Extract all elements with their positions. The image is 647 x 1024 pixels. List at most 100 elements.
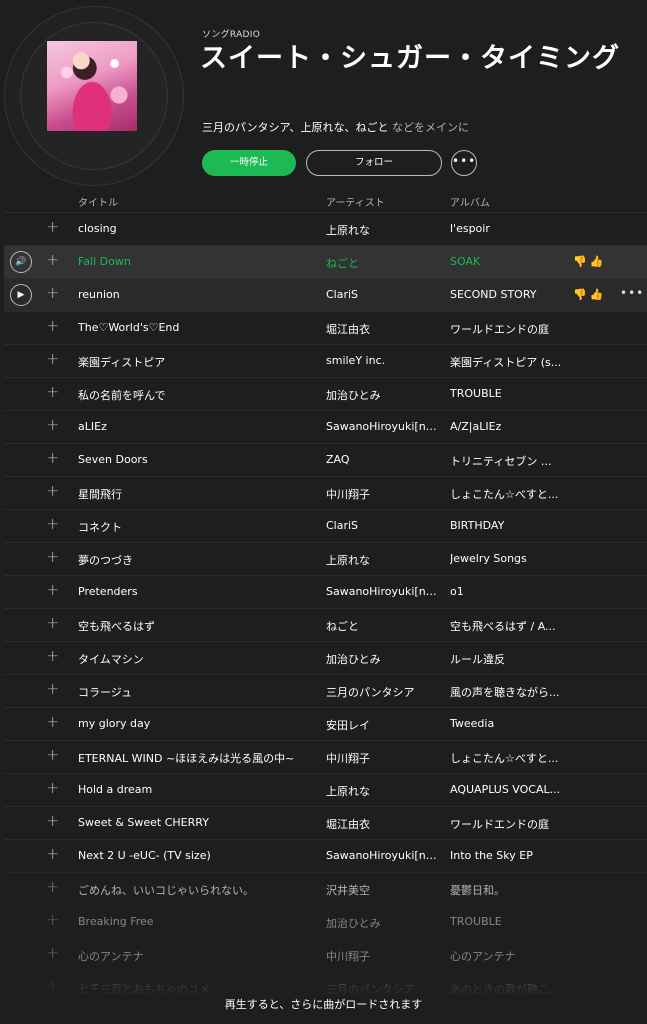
track-album[interactable]: SOAK	[450, 255, 566, 268]
column-album[interactable]: アルバム	[450, 194, 490, 209]
track-album[interactable]: Tweedia	[450, 717, 566, 730]
track-artist[interactable]: ZAQ	[326, 453, 442, 466]
add-track-icon[interactable]: +	[46, 910, 59, 929]
add-track-icon[interactable]: +	[46, 679, 59, 698]
track-title[interactable]: reunion	[78, 288, 313, 301]
track-artist[interactable]: SawanoHiroyuki[nZk...	[326, 849, 442, 862]
track-title[interactable]: Seven Doors	[78, 453, 313, 466]
track-row[interactable]: 🔊 + Fall Down ねごと SOAK 👎👍	[4, 245, 647, 278]
track-title[interactable]: 楽園ディストピア	[78, 354, 313, 370]
add-track-icon[interactable]: +	[46, 778, 59, 797]
track-title[interactable]: Next 2 U -eUC- (TV size)	[78, 849, 313, 862]
row-more-icon[interactable]: •••	[620, 286, 644, 300]
track-artist[interactable]: ClariS	[326, 288, 442, 301]
pause-button[interactable]: 一時停止	[202, 150, 296, 176]
add-track-icon[interactable]: +	[46, 481, 59, 500]
track-title[interactable]: closing	[78, 222, 313, 235]
track-row[interactable]: + Hold a dream 上原れな AQUAPLUS VOCAL...	[4, 773, 647, 806]
add-track-icon[interactable]: +	[46, 448, 59, 467]
track-title[interactable]: コネクト	[78, 519, 313, 535]
add-track-icon[interactable]: +	[46, 613, 59, 632]
track-album[interactable]: AQUAPLUS VOCAL...	[450, 783, 566, 796]
track-row[interactable]: + 星間飛行 中川翔子 しょこたん☆べすと...	[4, 476, 647, 509]
track-artist[interactable]: ねごと	[326, 618, 442, 634]
track-artist[interactable]: smileY inc.	[326, 354, 442, 367]
track-artist[interactable]: 中川翔子	[326, 750, 442, 766]
add-track-icon[interactable]: +	[46, 646, 59, 665]
track-title[interactable]: Pretenders	[78, 585, 313, 598]
track-row[interactable]: + 私の名前を呼んで 加治ひとみ TROUBLE	[4, 377, 647, 410]
track-album[interactable]: Into the Sky EP	[450, 849, 566, 862]
track-row[interactable]: + コネクト ClariS BIRTHDAY	[4, 509, 647, 542]
track-row[interactable]: + ETERNAL WIND ~ほほえみは光る風の中~ 中川翔子 しょこたん☆べすと.…	[4, 740, 647, 773]
track-title[interactable]: Sweet & Sweet CHERRY	[78, 816, 313, 829]
track-row[interactable]: + my glory day 安田レイ Tweedia	[4, 707, 647, 740]
track-album[interactable]: TROUBLE	[450, 915, 566, 928]
track-title[interactable]: my glory day	[78, 717, 313, 730]
track-album[interactable]: TROUBLE	[450, 387, 566, 400]
track-title[interactable]: 夢のつづき	[78, 552, 313, 568]
track-title[interactable]: タイムマシン	[78, 651, 313, 667]
add-track-icon[interactable]: +	[46, 217, 59, 236]
track-title[interactable]: Breaking Free	[78, 915, 313, 928]
track-album[interactable]: 空も飛べるはず / A...	[450, 618, 566, 634]
track-artist[interactable]: 沢井美空	[326, 882, 442, 898]
add-track-icon[interactable]: +	[46, 316, 59, 335]
track-title[interactable]: aLIEz	[78, 420, 313, 433]
add-track-icon[interactable]: +	[46, 250, 59, 269]
track-artist[interactable]: 堀江由衣	[326, 321, 442, 337]
track-row[interactable]: + 心のアンテナ 中川翔子 心のアンテナ	[4, 938, 647, 971]
track-row[interactable]: + タイムマシン 加治ひとみ ルール違反	[4, 641, 647, 674]
track-artist[interactable]: 加治ひとみ	[326, 387, 442, 403]
track-title[interactable]: 星間飛行	[78, 486, 313, 502]
track-artist[interactable]: ClariS	[326, 519, 442, 532]
track-album[interactable]: トリニティセブン ...	[450, 453, 566, 469]
track-row[interactable]: + The♡World's♡End 堀江由衣 ワールドエンドの庭	[4, 311, 647, 344]
track-row[interactable]: + コラージュ 三月のパンタシア 風の声を聴きながら...	[4, 674, 647, 707]
add-track-icon[interactable]: +	[46, 415, 59, 434]
track-title[interactable]: 私の名前を呼んで	[78, 387, 313, 403]
track-title[interactable]: ごめんね、いいコじゃいられない。	[78, 882, 313, 898]
track-album[interactable]: ルール違反	[450, 651, 566, 667]
more-options-button[interactable]: •••	[451, 150, 477, 176]
track-row[interactable]: + 夢のつづき 上原れな Jewelry Songs	[4, 542, 647, 575]
track-title[interactable]: The♡World's♡End	[78, 321, 313, 334]
track-artist[interactable]: 中川翔子	[326, 486, 442, 502]
thumbs-rating-icons[interactable]: 👎👍	[573, 255, 606, 268]
track-artist[interactable]: SawanoHiroyuki[nZk...	[326, 585, 442, 598]
track-row[interactable]: + Breaking Free 加治ひとみ TROUBLE	[4, 905, 647, 938]
add-track-icon[interactable]: +	[46, 811, 59, 830]
track-artist[interactable]: 加治ひとみ	[326, 915, 442, 931]
track-album[interactable]: Jewelry Songs	[450, 552, 566, 565]
track-album[interactable]: BIRTHDAY	[450, 519, 566, 532]
track-album[interactable]: 心のアンテナ	[450, 948, 566, 964]
play-icon[interactable]: ▶	[10, 284, 32, 306]
column-title[interactable]: タイトル	[78, 194, 118, 209]
track-title[interactable]: Fall Down	[78, 255, 313, 268]
add-track-icon[interactable]: +	[46, 712, 59, 731]
add-track-icon[interactable]: +	[46, 547, 59, 566]
track-row[interactable]: + 空も飛べるはず ねごと 空も飛べるはず / A...	[4, 608, 647, 641]
track-album[interactable]: ワールドエンドの庭	[450, 816, 566, 832]
track-row[interactable]: + Next 2 U -eUC- (TV size) SawanoHiroyuki[…	[4, 839, 647, 872]
add-track-icon[interactable]: +	[46, 745, 59, 764]
column-artist[interactable]: アーティスト	[326, 194, 385, 209]
track-row[interactable]: + 楽園ディストピア smileY inc. 楽園ディストピア (s...	[4, 344, 647, 377]
thumbs-rating-icons[interactable]: 👎👍	[573, 288, 606, 301]
add-track-icon[interactable]: +	[46, 514, 59, 533]
track-artist[interactable]: 加治ひとみ	[326, 651, 442, 667]
track-artist[interactable]: 上原れな	[326, 222, 442, 238]
track-album[interactable]: 風の声を聴きながら...	[450, 684, 566, 700]
track-row[interactable]: + aLIEz SawanoHiroyuki[nZk... A/Z|aLIEz	[4, 410, 647, 443]
track-row[interactable]: + Seven Doors ZAQ トリニティセブン ...	[4, 443, 647, 476]
track-album[interactable]: しょこたん☆べすと...	[450, 486, 566, 502]
track-title[interactable]: 心のアンテナ	[78, 948, 313, 964]
add-track-icon[interactable]: +	[46, 844, 59, 863]
track-title[interactable]: Hold a dream	[78, 783, 313, 796]
track-artist[interactable]: 安田レイ	[326, 717, 442, 733]
add-track-icon[interactable]: +	[46, 382, 59, 401]
track-album[interactable]: 憂鬱日和。	[450, 882, 566, 898]
track-title[interactable]: 空も飛べるはず	[78, 618, 313, 634]
track-row[interactable]: + Sweet & Sweet CHERRY 堀江由衣 ワールドエンドの庭	[4, 806, 647, 839]
track-album[interactable]: しょこたん☆べすと...	[450, 750, 566, 766]
